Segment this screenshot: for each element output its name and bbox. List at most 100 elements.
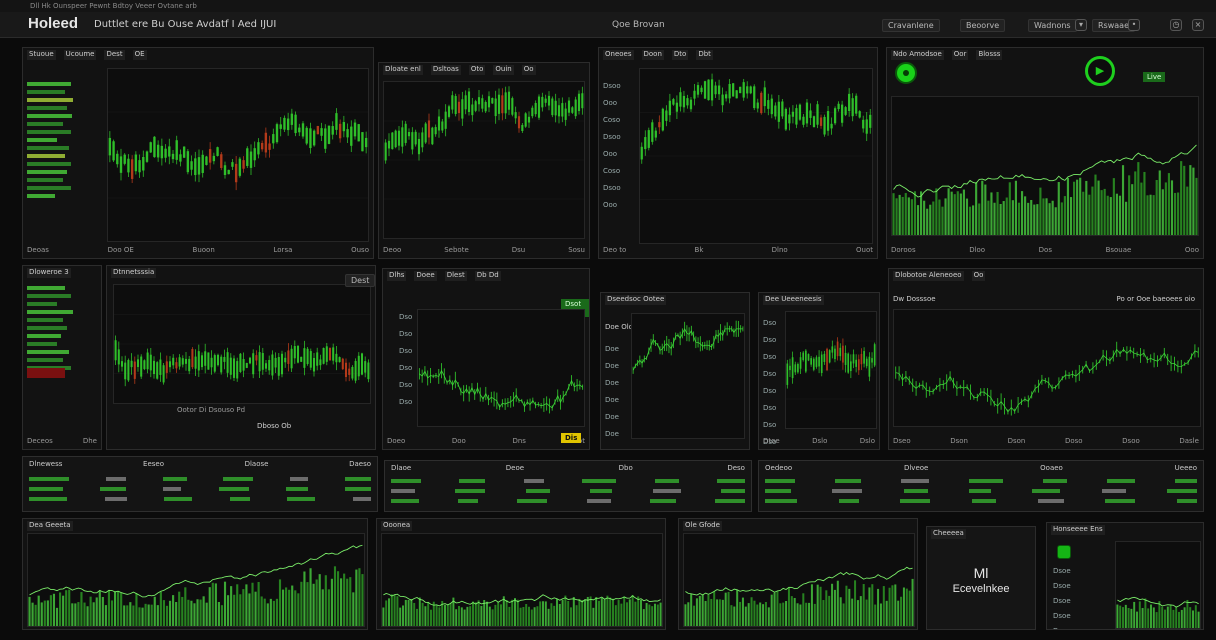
close-icon[interactable]: × <box>1192 19 1204 31</box>
table-row[interactable] <box>765 497 1197 505</box>
volume-bar <box>312 583 315 626</box>
volume-bar <box>324 575 327 626</box>
volume-bar <box>589 596 592 626</box>
volume-bar <box>631 594 634 626</box>
status-indicator-icon[interactable] <box>895 62 917 84</box>
volume-bar <box>1152 195 1155 235</box>
brand-green-icon[interactable] <box>1057 545 1071 559</box>
axis-text: Ootor Di Dsouso Pd <box>177 406 246 414</box>
header-chip[interactable]: Dest <box>345 274 375 287</box>
center-label[interactable]: Qoe Brovan <box>612 20 665 30</box>
toolbar-item-1[interactable]: Cravanlene <box>882 19 940 32</box>
volume-bar <box>882 586 885 626</box>
table-row[interactable] <box>391 497 745 505</box>
candlestick-chart[interactable] <box>383 81 585 239</box>
candle-body <box>514 112 517 119</box>
candlestick-chart[interactable] <box>639 68 873 244</box>
table-row[interactable] <box>391 487 745 495</box>
volume-bar <box>1030 199 1033 235</box>
candle-body <box>186 151 190 173</box>
watchlist[interactable] <box>27 286 97 378</box>
candle-body <box>858 111 861 118</box>
volume-bar <box>935 188 938 235</box>
volume-bar <box>959 193 962 235</box>
candle-body <box>168 146 171 157</box>
volume-chart[interactable] <box>1115 541 1201 629</box>
volume-bar <box>1183 165 1186 235</box>
volume-bar <box>1183 607 1186 628</box>
volume-bar <box>1172 609 1175 628</box>
clock-icon[interactable]: ◷ <box>1170 19 1182 31</box>
volume-chart[interactable] <box>27 533 365 627</box>
volume-bar <box>578 598 581 626</box>
candle-body <box>477 97 481 105</box>
candle-body <box>842 345 844 363</box>
volume-bar <box>567 601 570 626</box>
volume-bar <box>1180 609 1183 628</box>
tab-2[interactable]: Ucoume <box>63 50 97 60</box>
play-icon[interactable]: ▶ <box>1085 56 1115 86</box>
volume-bar <box>1186 186 1189 235</box>
candle-body <box>112 141 115 161</box>
candle-body <box>296 345 300 363</box>
chart-panel-4: Ndo Amodsoe Oor Blosss ▶ Live Doroos Dloo Do… <box>886 47 1204 259</box>
panel-header: Honseeee Ens <box>1051 525 1105 535</box>
volume-bar <box>92 602 95 626</box>
candle-body <box>437 116 441 131</box>
volume-bar <box>865 599 868 626</box>
table-row[interactable] <box>29 485 371 493</box>
tool-icon[interactable]: ▾ <box>1075 19 1087 31</box>
price-bar-chart[interactable] <box>113 284 371 404</box>
line-chart[interactable] <box>893 309 1201 427</box>
volume-bar <box>260 596 263 626</box>
volume-bar <box>724 592 727 626</box>
volume-chart[interactable] <box>683 533 915 627</box>
volume-bar <box>825 590 828 626</box>
candle-body <box>229 357 232 375</box>
highlight-tag[interactable]: Dis <box>561 433 582 443</box>
candle-body <box>869 114 872 128</box>
candlestick-chart[interactable] <box>107 68 369 242</box>
table-row[interactable] <box>29 475 371 483</box>
watchlist[interactable] <box>27 82 75 198</box>
candle-body <box>447 106 451 117</box>
settings-icon[interactable]: • <box>1128 19 1140 31</box>
y-axis-labels: Doe Doe Doe Doe Doe Doe <box>605 345 619 438</box>
volume-bar <box>1158 170 1161 235</box>
trend-line-chart[interactable] <box>631 313 745 439</box>
volume-bar <box>281 589 285 626</box>
candle-body <box>194 158 197 176</box>
volume-bar <box>65 590 68 626</box>
table-row[interactable] <box>765 477 1197 485</box>
tab-4[interactable]: OE <box>132 50 147 60</box>
tab-1[interactable]: Stuoue <box>27 50 56 60</box>
table-row[interactable] <box>29 495 371 503</box>
table-row[interactable] <box>765 487 1197 495</box>
toolbar-item-3[interactable]: Wadnons <box>1028 19 1077 32</box>
line-chart[interactable] <box>417 309 585 427</box>
volume-trend-chart[interactable] <box>891 96 1199 236</box>
candlestick-chart[interactable] <box>785 311 877 429</box>
volume-bar <box>165 605 169 626</box>
tab-3[interactable]: Dest <box>104 50 125 60</box>
volume-bar <box>1091 186 1094 235</box>
candle-body <box>444 111 447 129</box>
volume-bar <box>1149 194 1152 235</box>
candle-body <box>312 130 316 146</box>
candle-body <box>136 359 140 368</box>
volume-chart[interactable] <box>381 533 663 627</box>
volume-bar <box>519 607 522 626</box>
summary-text: Dboso Ob <box>257 422 292 430</box>
candle-body <box>728 83 731 99</box>
toolbar-item-2[interactable]: Beoorve <box>960 19 1006 32</box>
alert-tag[interactable] <box>27 368 65 378</box>
volume-bar <box>1027 202 1030 235</box>
volume-bar <box>1033 204 1036 235</box>
candle-body <box>175 362 178 369</box>
candle-body <box>268 360 271 371</box>
volume-bar <box>770 594 773 626</box>
volume-bar <box>929 204 932 235</box>
candle-body <box>414 131 417 145</box>
candle-body <box>863 351 865 364</box>
table-row[interactable] <box>391 477 745 485</box>
